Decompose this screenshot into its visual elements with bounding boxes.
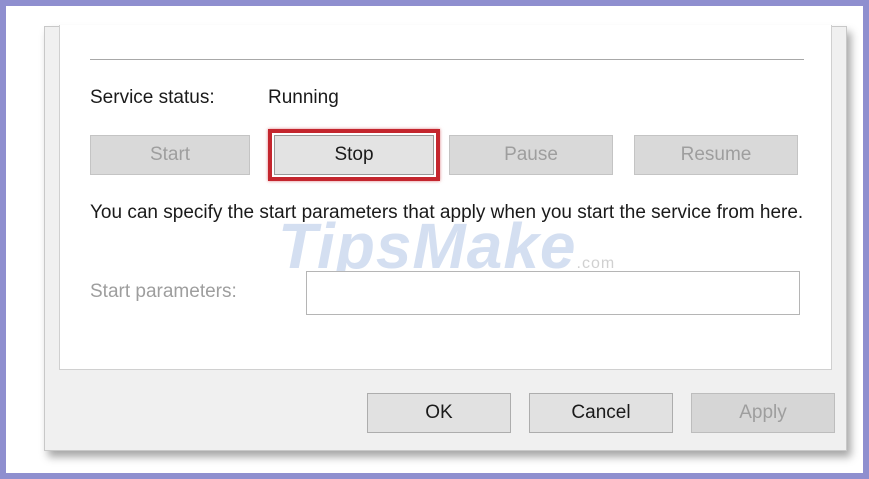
service-status-label: Service status:	[90, 87, 215, 108]
start-parameters-input[interactable]	[306, 271, 800, 315]
screenshot-frame: Service status: Running Start Stop Pause…	[0, 0, 869, 479]
stop-button-highlight	[268, 129, 440, 181]
start-button[interactable]: Start	[90, 135, 250, 175]
service-properties-dialog: Service status: Running Start Stop Pause…	[44, 25, 847, 451]
resume-button[interactable]: Resume	[634, 135, 798, 175]
apply-button[interactable]: Apply	[691, 393, 835, 433]
start-parameters-label: Start parameters:	[90, 281, 237, 302]
service-status-value: Running	[268, 87, 339, 108]
general-tab-panel: Service status: Running Start Stop Pause…	[59, 25, 832, 370]
cancel-button[interactable]: Cancel	[529, 393, 673, 433]
ok-button[interactable]: OK	[367, 393, 511, 433]
pause-button[interactable]: Pause	[449, 135, 613, 175]
start-parameters-description: You can specify the start parameters tha…	[90, 202, 804, 223]
divider	[90, 59, 804, 60]
